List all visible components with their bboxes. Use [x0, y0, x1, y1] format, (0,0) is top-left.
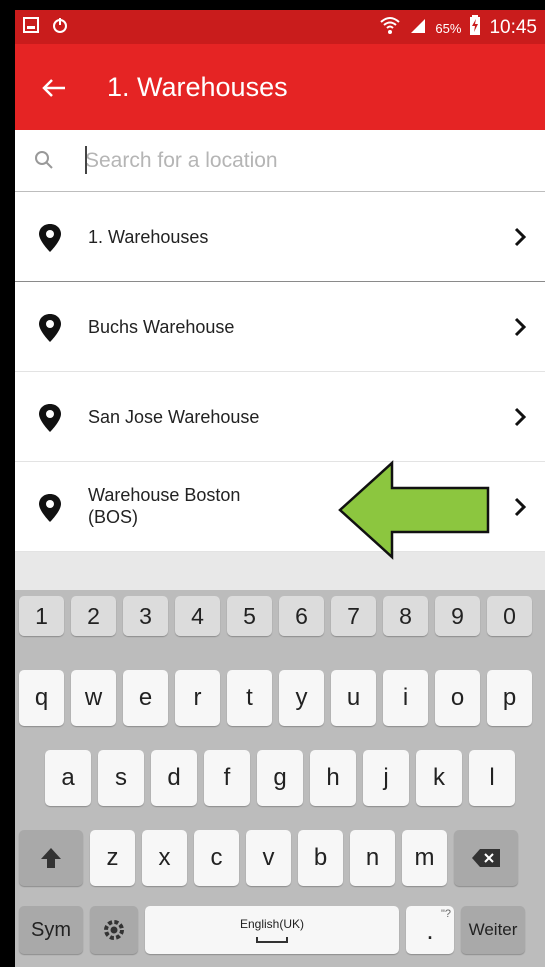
location-pin-icon	[39, 404, 61, 432]
enter-key[interactable]: Weiter	[461, 906, 525, 954]
location-label-line1: Warehouse Boston	[88, 485, 241, 505]
location-item-1-warehouses[interactable]: 1. Warehouses	[15, 192, 545, 282]
key-2[interactable]: 2	[71, 596, 116, 636]
screenshot-notification-icon	[23, 17, 39, 38]
clock-time: 10:45	[489, 17, 537, 38]
key-l[interactable]: l	[469, 750, 515, 806]
period-key-label: .	[426, 914, 434, 945]
location-item-buchs-warehouse[interactable]: Buchs Warehouse	[15, 282, 545, 372]
battery-percent: 65%	[435, 20, 462, 36]
key-3[interactable]: 3	[123, 596, 168, 636]
search-input[interactable]	[85, 144, 525, 178]
key-j[interactable]: j	[363, 750, 409, 806]
key-a[interactable]: a	[45, 750, 91, 806]
key-0[interactable]: 0	[487, 596, 532, 636]
key-8[interactable]: 8	[383, 596, 428, 636]
key-g[interactable]: g	[257, 750, 303, 806]
annotation-arrow-icon	[338, 460, 490, 560]
key-y[interactable]: y	[279, 670, 324, 726]
key-t[interactable]: t	[227, 670, 272, 726]
back-button[interactable]	[35, 68, 75, 108]
battery-charging-icon	[469, 15, 481, 41]
location-label: 1. Warehouses	[88, 227, 209, 247]
status-bar: 65% 10:45	[15, 10, 545, 44]
period-key-hint: "?	[440, 908, 451, 920]
chevron-right-icon	[514, 407, 527, 427]
text-cursor	[85, 146, 87, 174]
chevron-right-icon	[514, 227, 527, 247]
device-frame: 65% 10:45 1. Warehouses 1. Warehou	[0, 0, 545, 967]
keyboard-number-row: 1234567890	[19, 596, 532, 636]
wifi-icon	[379, 14, 401, 42]
location-label: San Jose Warehouse	[88, 407, 260, 427]
back-arrow-icon	[42, 79, 65, 97]
key-5[interactable]: 5	[227, 596, 272, 636]
location-pin-icon	[39, 494, 61, 522]
period-key[interactable]: . "?	[406, 906, 454, 954]
keyboard-settings-key[interactable]	[90, 906, 138, 954]
key-z[interactable]: z	[90, 830, 135, 886]
signal-icon	[409, 16, 427, 40]
search-icon	[35, 151, 53, 169]
key-e[interactable]: e	[123, 670, 168, 726]
key-f[interactable]: f	[204, 750, 250, 806]
shift-arrow-icon	[41, 848, 61, 868]
key-7[interactable]: 7	[331, 596, 376, 636]
space-key[interactable]: English(UK)	[145, 906, 399, 954]
key-d[interactable]: d	[151, 750, 197, 806]
key-9[interactable]: 9	[435, 596, 480, 636]
on-screen-keyboard: 1234567890 qwertyuiop asdfghjkl zxcvbnm …	[15, 590, 545, 967]
location-label: Buchs Warehouse	[88, 317, 235, 337]
space-bar-icon	[256, 937, 288, 943]
key-o[interactable]: o	[435, 670, 480, 726]
keyboard-bottom-row: Sym English(UK) . "? Weiter	[19, 906, 525, 954]
key-1[interactable]: 1	[19, 596, 64, 636]
key-x[interactable]: x	[142, 830, 187, 886]
key-h[interactable]: h	[310, 750, 356, 806]
key-r[interactable]: r	[175, 670, 220, 726]
key-6[interactable]: 6	[279, 596, 324, 636]
key-i[interactable]: i	[383, 670, 428, 726]
chevron-right-icon	[514, 497, 527, 517]
location-label-line2: (BOS)	[88, 507, 139, 527]
phone-screen: 65% 10:45 1. Warehouses 1. Warehou	[15, 10, 545, 967]
key-s[interactable]: s	[98, 750, 144, 806]
shift-key[interactable]	[19, 830, 83, 886]
key-u[interactable]: u	[331, 670, 376, 726]
gear-icon	[104, 920, 124, 940]
key-q[interactable]: q	[19, 670, 64, 726]
key-n[interactable]: n	[350, 830, 395, 886]
sym-key[interactable]: Sym	[19, 906, 83, 954]
search-bar	[15, 130, 545, 192]
keyboard-row-asdf: asdfghjkl	[45, 750, 515, 806]
space-key-language: English(UK)	[239, 917, 305, 931]
key-v[interactable]: v	[246, 830, 291, 886]
backspace-icon	[472, 849, 500, 867]
key-m[interactable]: m	[402, 830, 447, 886]
page-title: 1. Warehouses	[107, 72, 288, 102]
location-label: Warehouse Boston (BOS)	[88, 484, 308, 528]
keyboard-row-qwerty: qwertyuiop	[19, 670, 532, 726]
app-bar: 1. Warehouses	[15, 44, 545, 130]
key-p[interactable]: p	[487, 670, 532, 726]
key-k[interactable]: k	[416, 750, 462, 806]
power-notification-icon	[51, 16, 69, 39]
keyboard-row-zxcv: zxcvbnm	[19, 830, 518, 886]
key-b[interactable]: b	[298, 830, 343, 886]
location-item-san-jose-warehouse[interactable]: San Jose Warehouse	[15, 372, 545, 462]
backspace-key[interactable]	[454, 830, 518, 886]
key-w[interactable]: w	[71, 670, 116, 726]
key-c[interactable]: c	[194, 830, 239, 886]
key-4[interactable]: 4	[175, 596, 220, 636]
location-pin-icon	[39, 224, 61, 252]
chevron-right-icon	[514, 317, 527, 337]
location-pin-icon	[39, 314, 61, 342]
